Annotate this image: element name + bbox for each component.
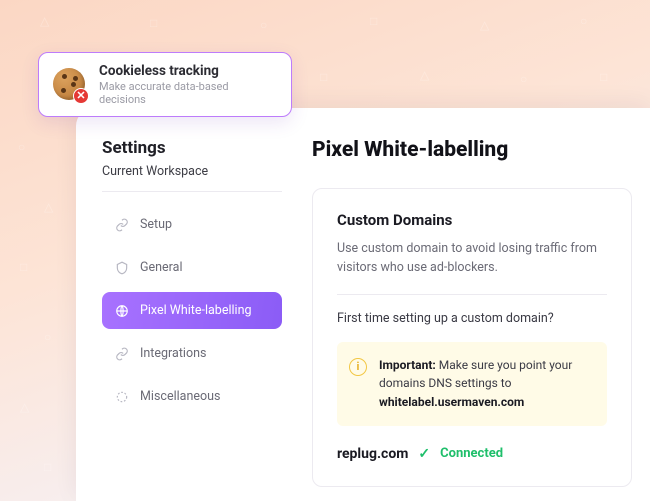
sidebar-item-label: General	[140, 260, 183, 275]
shield-icon	[114, 261, 130, 275]
sidebar-item-integrations[interactable]: Integrations	[102, 335, 282, 372]
dashed-circle-icon	[114, 390, 130, 404]
dns-notice: i Important: Make sure you point your do…	[337, 342, 607, 426]
custom-domains-card: Custom Domains Use custom domain to avoi…	[312, 188, 632, 487]
settings-panel: Settings Current Workspace Setup General…	[76, 108, 650, 501]
cookie-icon: ✕	[53, 68, 87, 102]
connection-status: Connected	[440, 446, 503, 461]
page-title: Pixel White-labelling	[312, 138, 650, 162]
sidebar-item-label: Integrations	[140, 346, 206, 361]
sidebar-item-label: Miscellaneous	[140, 389, 220, 404]
sidebar-item-label: Setup	[140, 217, 172, 232]
sidebar-item-miscellaneous[interactable]: Miscellaneous	[102, 378, 282, 415]
link-icon	[114, 347, 130, 361]
check-icon: ✓	[418, 446, 430, 462]
card-question: First time setting up a custom domain?	[337, 311, 607, 326]
domain-name: replug.com	[337, 446, 408, 462]
card-description: Use custom domain to avoid losing traffi…	[337, 239, 607, 295]
sidebar-item-general[interactable]: General	[102, 249, 282, 286]
sidebar-item-label: Pixel White-labelling	[140, 303, 252, 318]
card-heading: Custom Domains	[337, 211, 607, 229]
callout-subtitle: Make accurate data-based decisions	[99, 80, 277, 106]
settings-sidebar: Settings Current Workspace Setup General…	[102, 138, 282, 501]
globe-icon	[114, 304, 130, 318]
link-icon	[114, 218, 130, 232]
info-icon: i	[349, 358, 367, 376]
content-area: Pixel White-labelling Custom Domains Use…	[282, 138, 650, 501]
connected-domain-row: replug.com ✓ Connected	[337, 446, 607, 462]
sidebar-item-setup[interactable]: Setup	[102, 206, 282, 243]
callout-title: Cookieless tracking	[99, 63, 277, 79]
sidebar-title: Settings	[102, 138, 282, 158]
notice-domain: whitelabel.usermaven.com	[379, 395, 524, 409]
sidebar-item-pixel-white-labelling[interactable]: Pixel White-labelling	[102, 292, 282, 329]
cancel-badge-icon: ✕	[73, 88, 89, 104]
sidebar-subtitle: Current Workspace	[102, 164, 282, 192]
notice-prefix: Important:	[379, 358, 436, 372]
cookieless-tracking-callout: ✕ Cookieless tracking Make accurate data…	[38, 52, 292, 117]
